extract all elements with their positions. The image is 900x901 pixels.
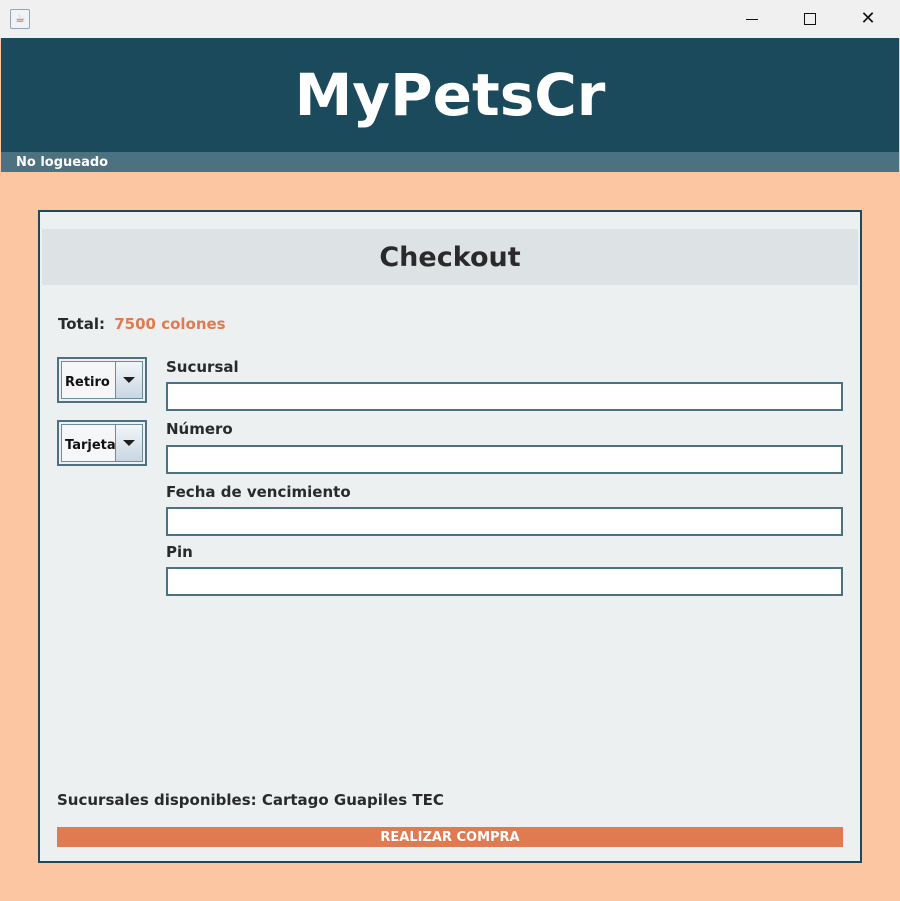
- payment-method-value: Tarjeta: [65, 438, 116, 453]
- total-value: 7500 colones: [114, 315, 226, 333]
- expiration-date-label: Fecha de vencimiento: [166, 483, 351, 501]
- payment-method-select-inner: Tarjeta: [61, 424, 143, 462]
- sucursal-label: Sucursal: [166, 358, 239, 376]
- checkout-panel: Checkout Total: 7500 colones Retiro Tarj…: [38, 210, 862, 863]
- sucursal-field[interactable]: [166, 382, 843, 411]
- chevron-down-icon: [123, 440, 135, 446]
- delivery-method-select[interactable]: Retiro: [57, 357, 147, 403]
- window-titlebar: ☕ ✕: [0, 0, 900, 39]
- pin-field[interactable]: [166, 567, 843, 596]
- available-branches-text: Sucursales disponibles: Cartago Guapiles…: [57, 791, 444, 809]
- checkout-header: Checkout: [42, 229, 858, 285]
- expiration-date-field[interactable]: [166, 507, 843, 536]
- maximize-button[interactable]: [785, 0, 835, 38]
- delivery-method-dropdown-button[interactable]: [115, 362, 142, 398]
- card-number-label: Número: [166, 420, 233, 438]
- java-cup-icon: ☕: [10, 9, 30, 29]
- close-button[interactable]: ✕: [843, 0, 893, 38]
- app-title: MyPetsCr: [294, 61, 606, 129]
- checkout-title: Checkout: [379, 241, 521, 273]
- maximize-icon: [804, 13, 816, 25]
- login-status-text: No logueado: [16, 155, 109, 170]
- payment-method-select[interactable]: Tarjeta: [57, 420, 147, 466]
- minimize-button[interactable]: [727, 0, 777, 38]
- total-row: Total: 7500 colones: [58, 315, 226, 333]
- payment-method-dropdown-button[interactable]: [115, 425, 142, 461]
- close-icon: ✕: [860, 8, 876, 29]
- login-status-bar: No logueado: [1, 152, 899, 172]
- place-order-button[interactable]: REALIZAR COMPRA: [57, 827, 843, 847]
- pin-label: Pin: [166, 543, 193, 561]
- minimize-icon: [746, 18, 758, 20]
- delivery-method-value: Retiro: [65, 375, 110, 390]
- app-header: MyPetsCr: [1, 38, 899, 152]
- chevron-down-icon: [123, 377, 135, 383]
- delivery-method-select-inner: Retiro: [61, 361, 143, 399]
- total-label: Total:: [58, 315, 105, 333]
- card-number-field[interactable]: [166, 445, 843, 474]
